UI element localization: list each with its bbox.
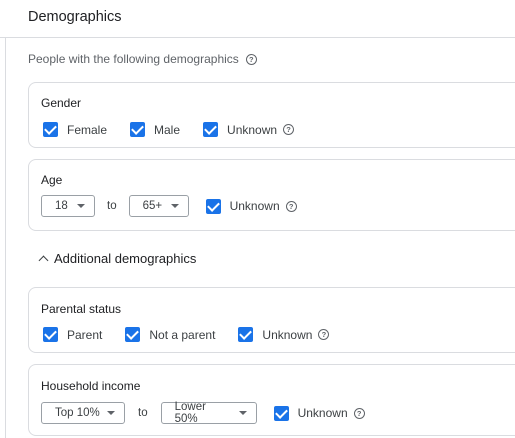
checkbox-checked-icon[interactable]: [273, 405, 289, 421]
checkbox-checked-icon[interactable]: [238, 327, 254, 342]
income-controls: Top 10% to Lower 50% Unknown ?: [41, 401, 365, 425]
gender-card: Gender Female Male Unknown ?: [28, 82, 515, 148]
checkbox-checked-icon[interactable]: [130, 122, 146, 137]
panel-title: Demographics: [28, 9, 122, 25]
caret-down-icon: [77, 204, 85, 208]
parental-status-label: Parental status: [41, 302, 122, 316]
age-label: Age: [41, 173, 63, 187]
additional-demographics-label: Additional demographics: [54, 251, 197, 266]
age-from-value: 18: [55, 200, 68, 212]
parental-status-card: Parental status Parent Not a parent Unkn…: [28, 287, 515, 353]
checkbox-checked-icon[interactable]: [43, 327, 58, 342]
gender-female-label[interactable]: Female: [67, 123, 107, 137]
caret-down-icon: [170, 204, 179, 208]
age-controls: 18 to 65+ Unknown ?: [41, 195, 297, 217]
additional-demographics-toggle[interactable]: Additional demographics: [38, 251, 196, 266]
age-to-text: to: [107, 200, 117, 212]
income-from-select[interactable]: Top 10%: [41, 402, 125, 424]
gender-options: Female Male Unknown ?: [41, 122, 295, 137]
checkbox-checked-icon[interactable]: [43, 122, 58, 137]
help-circle-icon[interactable]: ?: [353, 407, 365, 419]
help-circle-icon[interactable]: ?: [245, 53, 257, 65]
income-from-value: Top 10%: [55, 407, 100, 419]
help-circle-icon[interactable]: ?: [285, 200, 297, 212]
gender-unknown-label[interactable]: Unknown: [227, 123, 277, 137]
age-to-value: 65+: [142, 200, 163, 212]
demographics-panel: Demographics People with the following d…: [0, 0, 515, 438]
age-to-select[interactable]: 65+: [128, 195, 189, 217]
gender-label: Gender: [41, 96, 82, 110]
age-unknown-label[interactable]: Unknown: [230, 199, 280, 213]
age-from-select[interactable]: 18: [41, 195, 95, 217]
checkbox-checked-icon[interactable]: [125, 327, 141, 342]
intro-text: People with the following demographics: [28, 52, 239, 66]
parental-unknown-label[interactable]: Unknown: [262, 328, 312, 342]
help-circle-icon[interactable]: ?: [318, 329, 330, 340]
household-income-label: Household income: [41, 379, 141, 393]
parental-options: Parent Not a parent Unknown ?: [41, 327, 330, 342]
income-unknown-label[interactable]: Unknown: [298, 406, 348, 420]
left-divider: [5, 38, 6, 438]
chevron-up-icon: [38, 255, 49, 266]
parental-not-parent-label[interactable]: Not a parent: [149, 328, 215, 342]
intro-row: People with the following demographics ?: [28, 52, 257, 66]
income-to-select[interactable]: Lower 50%: [160, 401, 257, 425]
parental-parent-label[interactable]: Parent: [67, 328, 102, 342]
checkbox-checked-icon[interactable]: [203, 122, 219, 137]
help-circle-icon[interactable]: ?: [283, 124, 295, 135]
panel-header: Demographics: [0, 0, 515, 38]
age-card: Age 18 to 65+ Unknown ?: [28, 159, 515, 231]
caret-down-icon: [238, 411, 247, 415]
income-to-text: to: [138, 407, 148, 419]
income-to-value: Lower 50%: [174, 401, 206, 425]
caret-down-icon: [107, 411, 115, 415]
checkbox-checked-icon[interactable]: [205, 198, 221, 214]
gender-male-label[interactable]: Male: [154, 123, 180, 137]
household-income-card: Household income Top 10% to Lower 50% Un…: [28, 364, 515, 436]
